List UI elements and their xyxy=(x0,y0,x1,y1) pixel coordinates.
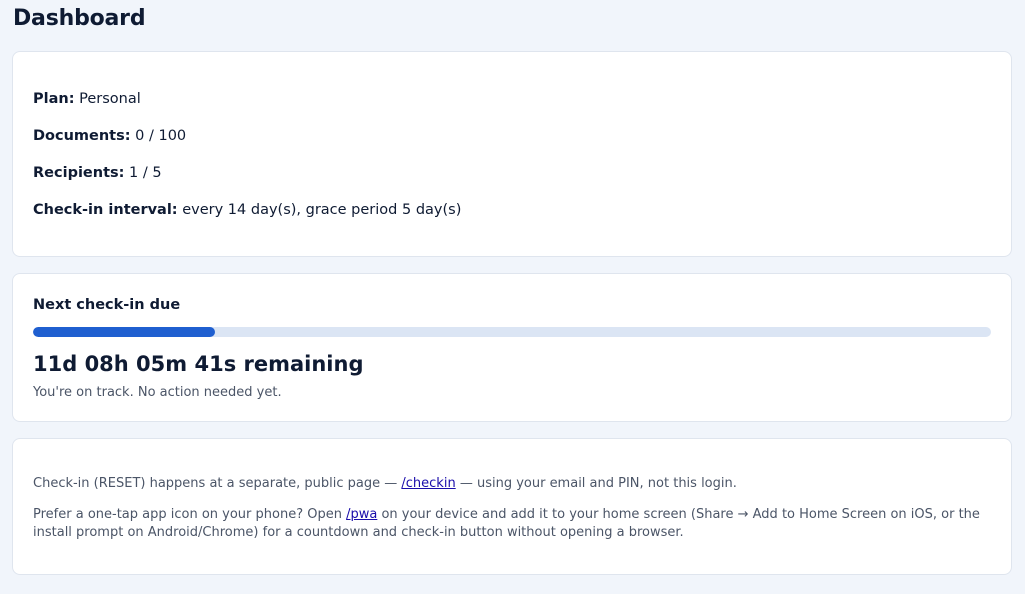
countdown-timer: 11d 08h 05m 41s remaining xyxy=(33,352,364,376)
pwa-link[interactable]: /pwa xyxy=(346,507,377,522)
recipients-value: 1 / 5 xyxy=(129,165,162,181)
pwa-info-text-before: Prefer a one-tap app icon on your phone?… xyxy=(33,507,347,522)
documents-label: Documents: xyxy=(33,128,131,144)
documents-row: Documents: 0 / 100 xyxy=(33,128,186,144)
page-title: Dashboard xyxy=(13,6,146,31)
checkin-info-text-before: Check-in (RESET) happens at a separate, … xyxy=(33,476,402,491)
plan-row: Plan: Personal xyxy=(33,91,141,107)
dashboard-page: Dashboard Plan: Personal Documents: 0 / … xyxy=(0,0,1025,594)
checkin-interval-value: every 14 day(s), grace period 5 day(s) xyxy=(182,202,462,218)
plan-label: Plan: xyxy=(33,91,75,107)
pwa-info-paragraph: Prefer a one-tap app icon on your phone?… xyxy=(33,506,983,542)
documents-value: 0 / 100 xyxy=(135,128,187,144)
checkin-info-paragraph: Check-in (RESET) happens at a separate, … xyxy=(33,475,983,493)
checkin-info-card: Check-in (RESET) happens at a separate, … xyxy=(12,438,1012,575)
plan-value: Personal xyxy=(79,91,141,107)
recipients-label: Recipients: xyxy=(33,165,125,181)
checkin-progress-track xyxy=(33,327,991,337)
recipients-row: Recipients: 1 / 5 xyxy=(33,165,162,181)
checkin-status-text: You're on track. No action needed yet. xyxy=(33,385,282,400)
plan-summary-card: Plan: Personal Documents: 0 / 100 Recipi… xyxy=(12,51,1012,257)
checkin-interval-row: Check-in interval: every 14 day(s), grac… xyxy=(33,202,461,218)
next-checkin-heading: Next check-in due xyxy=(33,297,181,313)
next-checkin-card: Next check-in due 11d 08h 05m 41s remain… xyxy=(12,273,1012,422)
checkin-progress-fill xyxy=(33,327,216,337)
checkin-info-text-after: — using your email and PIN, not this log… xyxy=(455,476,737,491)
checkin-link[interactable]: /checkin xyxy=(401,476,455,491)
checkin-interval-label: Check-in interval: xyxy=(33,202,178,218)
